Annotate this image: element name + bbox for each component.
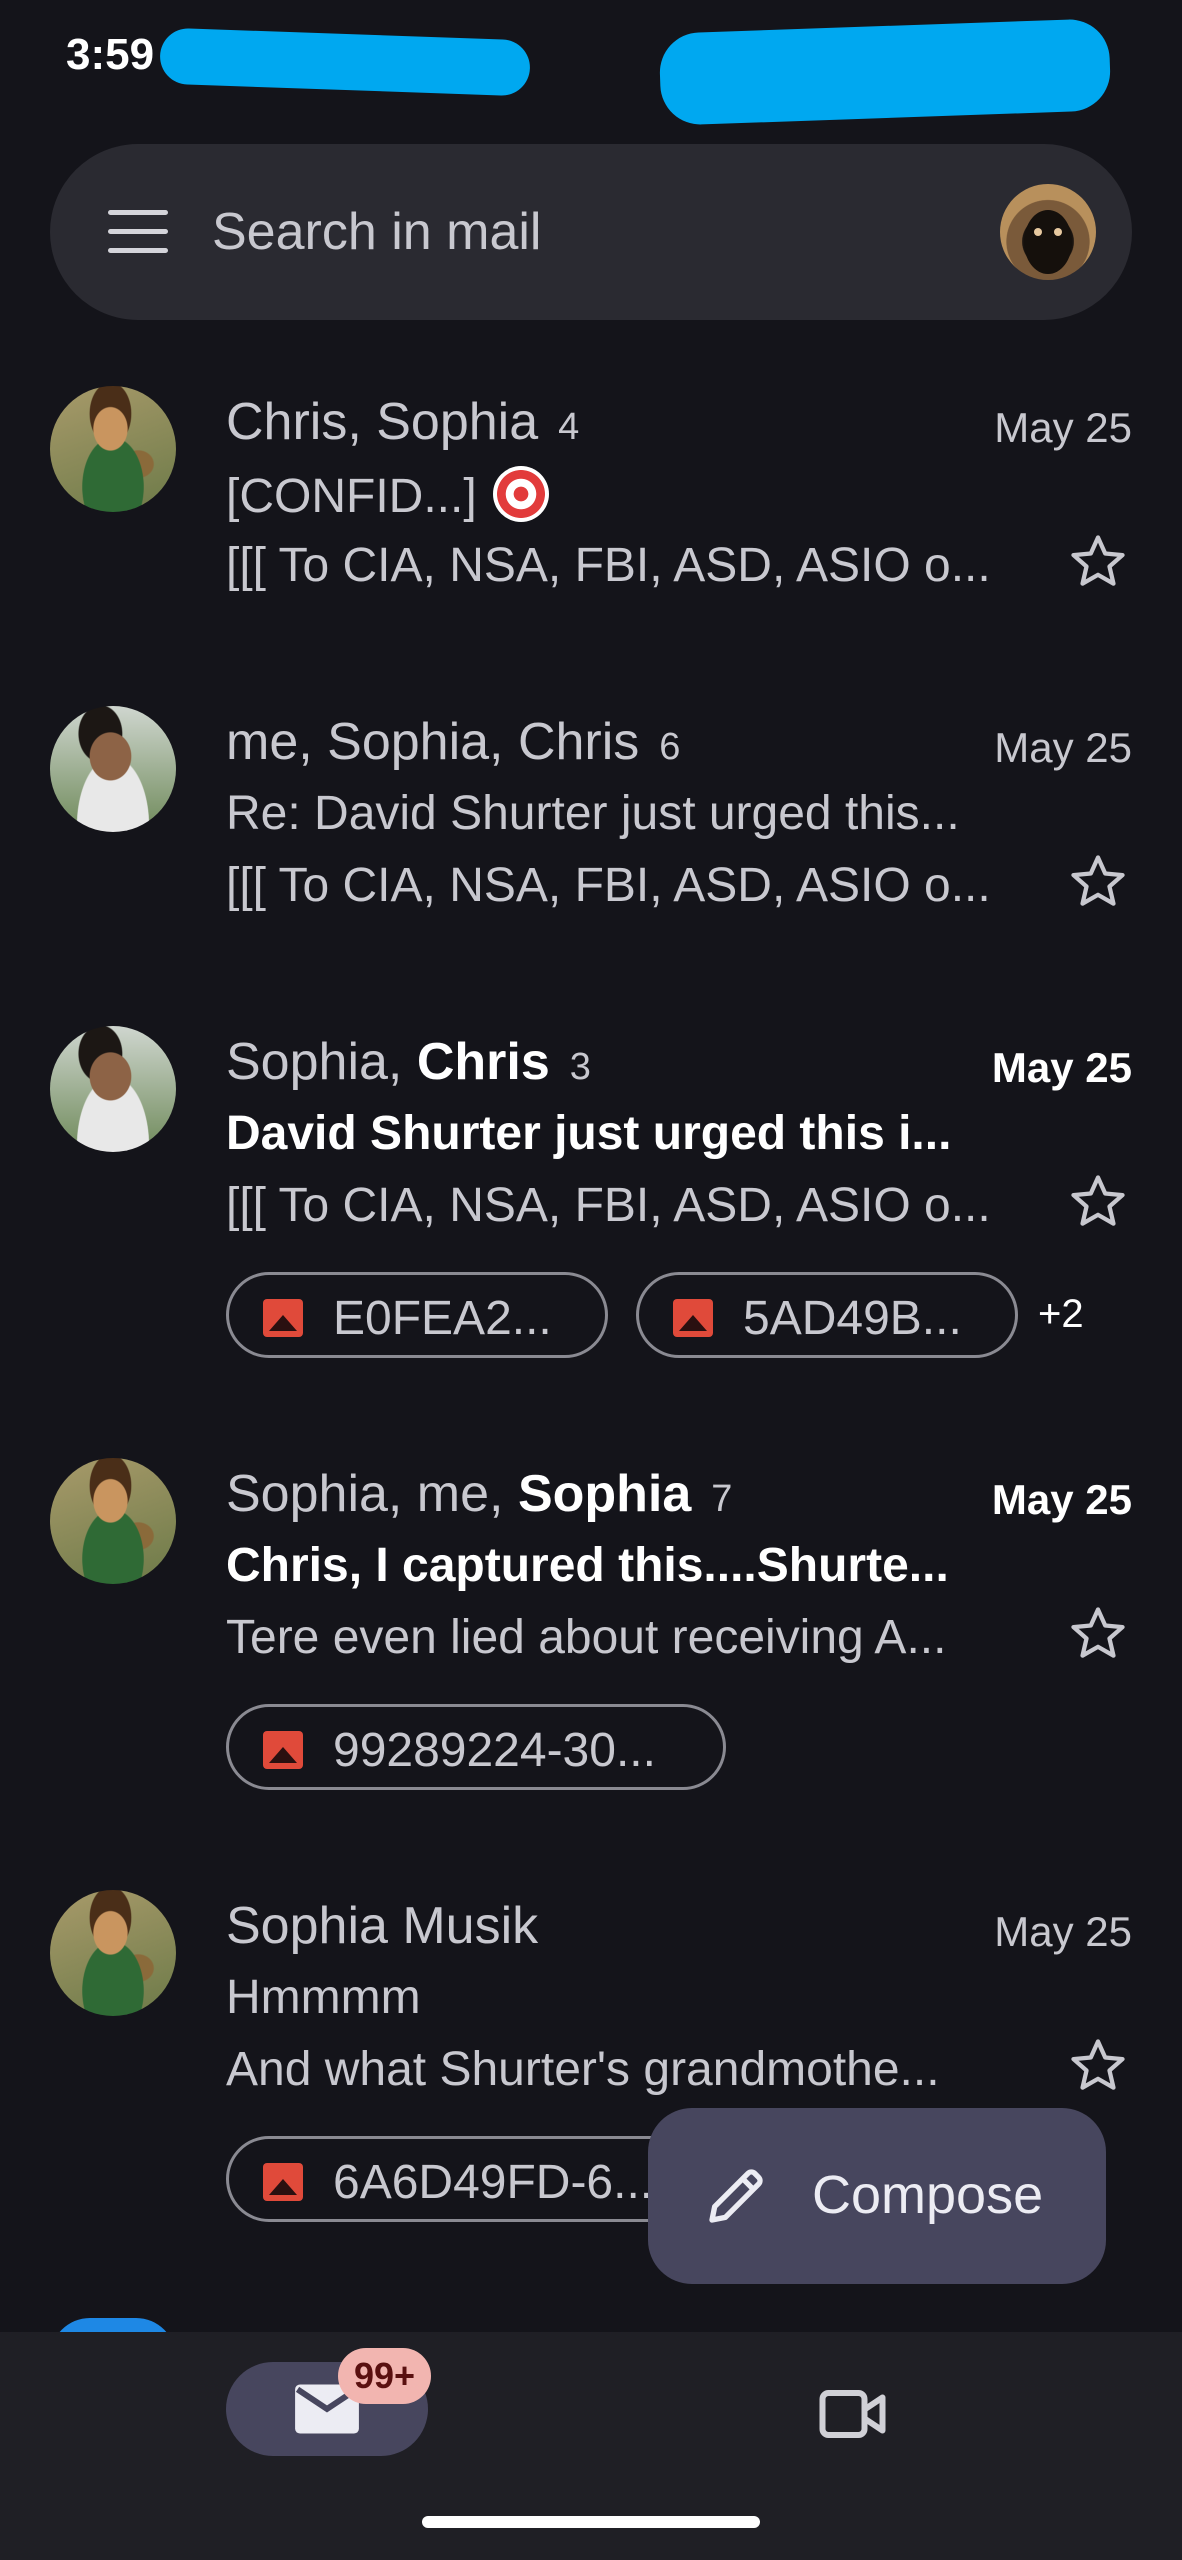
email-snippet: [[[ To CIA, NSA, FBI, ASD, ASIO o... [226, 859, 991, 912]
more-attachments-count[interactable]: +2 [1038, 1292, 1084, 1337]
star-icon[interactable] [1066, 1170, 1130, 1234]
email-senders: me, Sophia, Chris 6 [226, 713, 681, 771]
menu-icon[interactable] [108, 210, 168, 254]
star-icon[interactable] [1066, 2034, 1130, 2098]
sender-avatar[interactable] [50, 1026, 176, 1152]
sender-avatar[interactable] [50, 1458, 176, 1584]
email-senders: Sophia, Chris 3 [226, 1033, 591, 1091]
status-time: 3:59 [66, 30, 155, 79]
email-date: May 25 [994, 404, 1132, 451]
gmail-inbox-screen: 3:59 Chris, Sophia4 May 25 [CONFID...] [… [0, 0, 1182, 2560]
redaction-scribble [159, 27, 531, 97]
email-row[interactable]: Sophia, Chris 3 May 25 David Shurter just… [0, 1010, 1182, 1430]
image-icon [673, 1299, 713, 1337]
attachment-name: 5AD49B... [743, 1292, 962, 1345]
attachment-name: 6A6D49FD-6... [333, 2156, 654, 2209]
video-icon[interactable] [818, 2384, 890, 2444]
attachment-chip[interactable]: 99289224-30... [226, 1704, 726, 1790]
target-emoji [492, 466, 549, 522]
email-snippet: And what Shurter's grandmothe... [226, 2043, 940, 2096]
compose-button[interactable]: Compose [648, 2108, 1106, 2284]
email-senders: Sophia, me, Sophia 7 [226, 1465, 733, 1523]
thread-count: 4 [558, 406, 580, 448]
star-icon[interactable] [1066, 850, 1130, 914]
star-icon[interactable] [1066, 1602, 1130, 1666]
email-subject: Chris, I captured this....Shurte... [226, 1539, 949, 1592]
email-snippet: [[[ To CIA, NSA, FBI, ASD, ASIO o... [226, 539, 991, 592]
email-subject: David Shurter just urged this i... [226, 1107, 952, 1160]
thread-count: 7 [711, 1478, 733, 1520]
thread-count: 3 [569, 1046, 591, 1088]
account-avatar[interactable] [1000, 184, 1096, 280]
image-icon [263, 1299, 303, 1337]
pencil-icon [709, 2169, 763, 2223]
star-icon[interactable] [1066, 530, 1130, 594]
email-senders: Chris, Sophia 4 [226, 393, 580, 451]
email-subject: Re: David Shurter just urged this... [226, 787, 960, 840]
email-senders: Sophia Musik [226, 1897, 539, 1955]
attachment-name: E0FEA2... [333, 1292, 552, 1345]
attachment-chip[interactable]: 5AD49B... [636, 1272, 1018, 1358]
image-icon [263, 2163, 303, 2201]
search-bar[interactable] [50, 144, 1132, 320]
attachment-chip[interactable]: E0FEA2... [226, 1272, 608, 1358]
dog-photo-icon [1024, 210, 1072, 274]
thread-count: 6 [659, 726, 681, 768]
email-date: May 25 [994, 1908, 1132, 1955]
sender-avatar[interactable] [50, 706, 176, 832]
status-bar: 3:59 [0, 0, 1182, 126]
search-input[interactable] [212, 196, 912, 268]
email-row[interactable]: Chris, Sophia 4 May 25 [CONFID...] [[[ To… [0, 370, 1182, 670]
email-snippet: Tere even lied about receiving A... [226, 1611, 947, 1664]
home-indicator[interactable] [422, 2516, 760, 2528]
image-icon [263, 1731, 303, 1769]
email-date: May 25 [991, 1044, 1132, 1091]
email-row[interactable]: me, Sophia, Chris 6 May 25 Re: David Shur… [0, 690, 1182, 990]
email-date: May 25 [991, 1476, 1132, 1523]
email-subject: Hmmmm [226, 1971, 421, 2024]
compose-label: Compose [812, 2165, 1044, 2225]
redaction-scribble [658, 18, 1112, 126]
email-date: May 25 [994, 724, 1132, 771]
email-snippet: [[[ To CIA, NSA, FBI, ASD, ASIO o... [226, 1179, 991, 1232]
sender-avatar[interactable] [50, 1890, 176, 2016]
attachment-name: 99289224-30... [333, 1724, 656, 1777]
unread-badge: 99+ [338, 2348, 432, 2404]
email-row[interactable]: Sophia, me, Sophia 7 May 25 Chris, I capt… [0, 1442, 1182, 1862]
sender-avatar[interactable] [50, 386, 176, 512]
email-subject: [CONFID...] [226, 466, 1036, 524]
